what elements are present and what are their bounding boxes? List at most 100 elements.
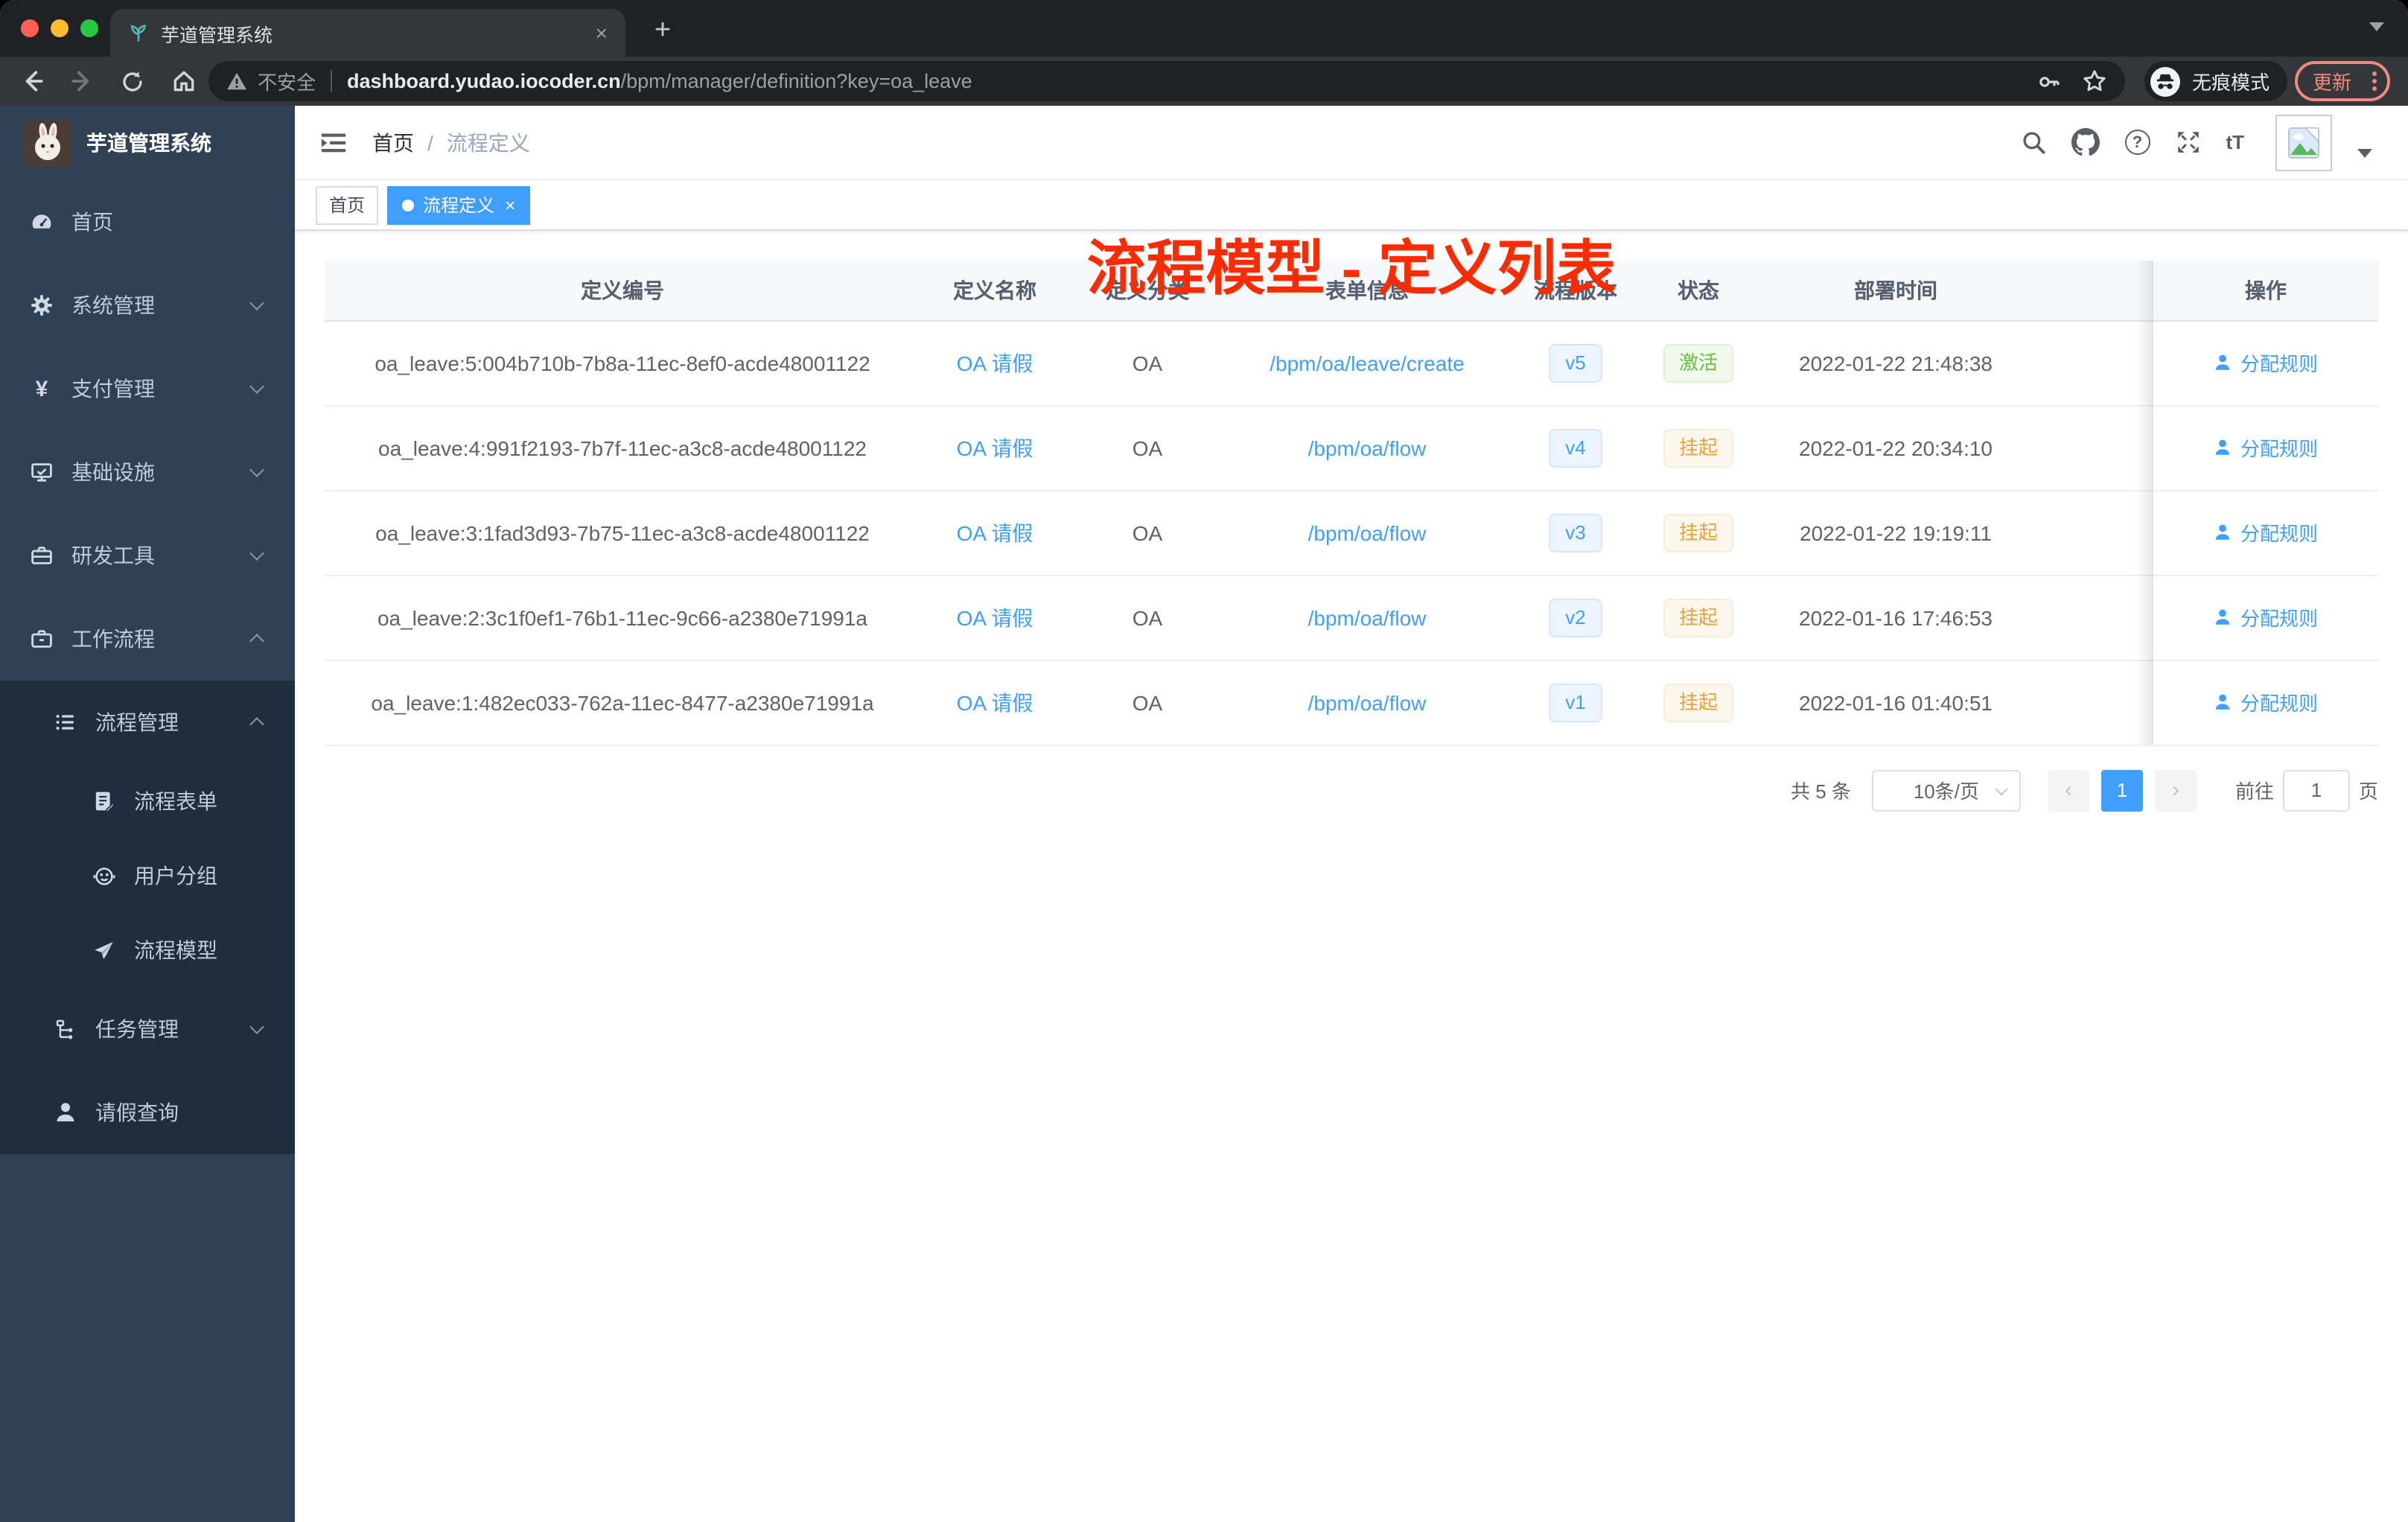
minimize-window-button[interactable] — [51, 19, 69, 37]
prev-page-button[interactable] — [2047, 769, 2089, 811]
tag-home[interactable]: 首页 — [316, 185, 379, 224]
form-link[interactable]: /bpm/oa/flow — [1226, 575, 1509, 660]
page-size-select[interactable]: 10条/页 — [1871, 769, 2021, 811]
version-badge: v2 — [1549, 598, 1602, 637]
sidebar-item-label: 流程模型 — [134, 938, 217, 962]
assign-rule-button[interactable]: 分配规则 — [2214, 603, 2318, 631]
tab-search-chevron-icon[interactable] — [2369, 22, 2384, 31]
sidebar-item-payment[interactable]: 支付管理 — [0, 347, 295, 430]
active-dot — [402, 199, 415, 211]
url-domain[interactable]: dashboard.yudao.iocoder.cn — [347, 70, 621, 92]
sidebar-item-label: 任务管理 — [95, 1017, 179, 1041]
table-row: oa_leave:4:991f2193-7b7f-11ec-a3c8-acde4… — [325, 405, 2378, 491]
version-badge: v3 — [1549, 513, 1602, 552]
tag-process-definition[interactable]: 流程定义 — [387, 185, 531, 224]
assign-rule-button[interactable]: 分配规则 — [2214, 348, 2318, 377]
tag-label: 首页 — [329, 195, 366, 216]
deploy-time: 2022-01-16 17:46:53 — [1754, 575, 2037, 660]
sidebar-item-label: 基础设施 — [71, 460, 155, 484]
address-bar[interactable]: 不安全 dashboard.yudao.iocoder.cn/bpm/manag… — [208, 61, 2125, 101]
form-link[interactable]: /bpm/oa/flow — [1226, 405, 1509, 491]
sidebar-item-infra[interactable]: 基础设施 — [0, 430, 295, 514]
avatar-dropdown-caret-icon[interactable] — [2357, 148, 2372, 157]
sidebar-item-process-model[interactable]: 流程模型 — [0, 913, 295, 987]
assign-rule-button[interactable]: 分配规则 — [2214, 518, 2318, 547]
form-icon — [92, 789, 116, 813]
page-size-value: 10条/页 — [1913, 780, 1979, 803]
browser-tab[interactable]: 芋道管理系统 — [110, 9, 625, 57]
list-icon — [54, 710, 77, 734]
close-window-button[interactable] — [21, 19, 39, 37]
version-badge: v1 — [1549, 683, 1602, 722]
assign-rule-button[interactable]: 分配规则 — [2214, 688, 2318, 716]
sidebar-toggle-hamburger-icon[interactable] — [319, 127, 348, 157]
github-icon[interactable] — [2071, 128, 2100, 156]
fullscreen-icon[interactable] — [2175, 130, 2200, 155]
browser-window: 芋道管理系统 不安全 dashboard.yudao.iocoder.cn/bp… — [0, 0, 2408, 1522]
definition-name-link[interactable]: OA 请假 — [920, 405, 1069, 491]
home-button[interactable] — [158, 69, 208, 94]
browser-titlebar: 芋道管理系统 — [0, 0, 2408, 57]
back-button[interactable] — [6, 69, 57, 94]
traffic-lights — [21, 19, 98, 37]
new-tab-button[interactable] — [643, 12, 682, 51]
form-link[interactable]: /bpm/oa/flow — [1226, 660, 1509, 745]
col-deploy-time: 部署时间 — [1754, 261, 2037, 321]
tab-close-icon[interactable] — [596, 22, 608, 43]
zoom-window-button[interactable] — [80, 19, 98, 37]
pagination: 共 5 条 10条/页 1 前往 1 页 — [325, 769, 2378, 811]
goto-page-input[interactable]: 1 — [2282, 769, 2350, 811]
password-key-icon[interactable] — [2037, 69, 2061, 93]
status-badge: 挂起 — [1663, 513, 1733, 552]
sidebar-item-workflow[interactable]: 工作流程 — [0, 597, 295, 681]
chevron-down-icon — [249, 546, 264, 561]
sidebar-item-process-management[interactable]: 流程管理 — [0, 681, 295, 764]
font-size-icon[interactable]: tT — [2226, 131, 2244, 153]
browser-menu-icon[interactable] — [2372, 71, 2377, 91]
bookmark-star-icon[interactable] — [2082, 69, 2107, 94]
definition-name-link[interactable]: OA 请假 — [920, 660, 1069, 745]
forward-button[interactable] — [57, 69, 107, 94]
sidebar-item-label: 系统管理 — [71, 293, 155, 317]
definition-name-link[interactable]: OA 请假 — [920, 320, 1069, 406]
reload-button[interactable] — [107, 69, 158, 93]
col-actions: 操作 — [2153, 261, 2378, 321]
sidebar-item-devtools[interactable]: 研发工具 — [0, 514, 295, 597]
definition-name-link[interactable]: OA 请假 — [920, 490, 1069, 576]
form-link[interactable]: /bpm/oa/flow — [1226, 490, 1509, 576]
next-page-button[interactable] — [2154, 769, 2197, 811]
assign-rule-button[interactable]: 分配规则 — [2214, 433, 2318, 462]
user-icon — [2216, 524, 2231, 540]
sidebar-item-leave-query[interactable]: 请假查询 — [0, 1071, 295, 1154]
definition-name-link[interactable]: OA 请假 — [920, 575, 1069, 660]
breadcrumb: 首页 / 流程定义 — [372, 127, 530, 157]
logo-rabbit-avatar — [24, 119, 71, 167]
status-badge: 挂起 — [1663, 598, 1733, 637]
briefcase-icon — [30, 627, 54, 651]
col-definition-category: 定义分类 — [1069, 261, 1226, 321]
browser-update-button[interactable]: 更新 — [2295, 61, 2390, 101]
sidebar-item-home[interactable]: 首页 — [0, 180, 295, 264]
col-definition-id: 定义编号 — [325, 261, 920, 321]
definition-category: OA — [1069, 405, 1226, 491]
avatar[interactable] — [2275, 114, 2332, 171]
breadcrumb-home[interactable]: 首页 — [372, 127, 414, 157]
sidebar-item-user-group[interactable]: 用户分组 — [0, 838, 295, 913]
security-label[interactable]: 不安全 — [258, 67, 316, 95]
col-version: 流程版本 — [1509, 261, 1643, 321]
sidebar-logo[interactable]: 芋道管理系统 — [0, 106, 295, 180]
user-icon — [2216, 694, 2231, 710]
sidebar-item-system[interactable]: 系统管理 — [0, 264, 295, 347]
page-1-button[interactable]: 1 — [2100, 769, 2143, 811]
form-link[interactable]: /bpm/oa/leave/create — [1226, 320, 1509, 406]
url-path[interactable]: /bpm/manager/definition?key=oa_leave — [621, 70, 972, 92]
sidebar-item-process-form[interactable]: 流程表单 — [0, 764, 295, 838]
tags-view: 首页 流程定义 — [295, 180, 2408, 231]
sidebar-item-task-management[interactable]: 任务管理 — [0, 987, 295, 1071]
toolbox-icon — [30, 544, 54, 567]
help-question-icon[interactable] — [2124, 130, 2150, 155]
search-icon[interactable] — [2020, 130, 2045, 155]
sidebar-item-label: 工作流程 — [71, 627, 155, 651]
tag-close-icon[interactable] — [505, 194, 515, 215]
definition-category: OA — [1069, 320, 1226, 406]
